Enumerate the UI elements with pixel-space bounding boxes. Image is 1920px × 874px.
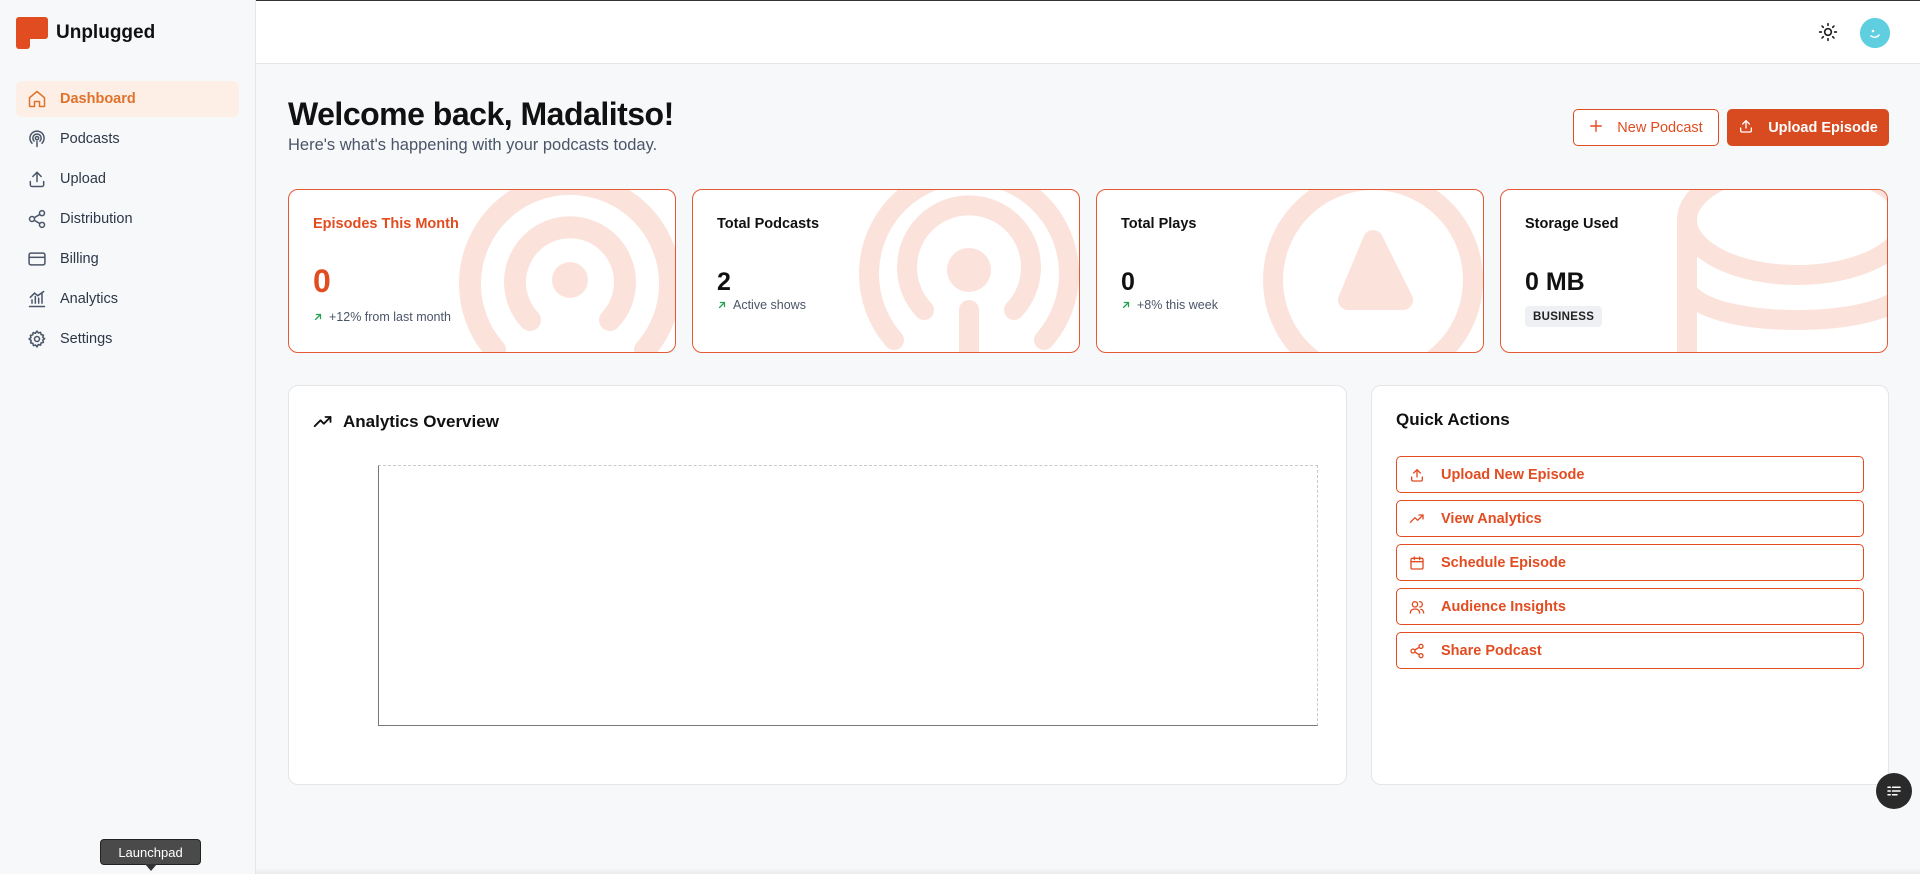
plan-badge: BUSINESS	[1525, 306, 1603, 327]
sidebar-item-dashboard[interactable]: Dashboard	[16, 81, 239, 117]
unplugged-logo	[16, 17, 48, 49]
upload-new-episode-button[interactable]: Upload New Episode	[1396, 456, 1864, 493]
page-title: Welcome back, Madalitso!	[288, 96, 674, 132]
upload-episode-button[interactable]: Upload Episode	[1727, 109, 1889, 146]
stat-sub-text: +12% from last month	[329, 310, 451, 324]
launchpad-tooltip[interactable]: Launchpad	[100, 839, 201, 871]
quick-action-label: View Analytics	[1441, 510, 1542, 527]
quick-action-label: Share Podcast	[1441, 642, 1542, 659]
panel-title: Analytics Overview	[313, 412, 499, 432]
schedule-episode-button[interactable]: Schedule Episode	[1396, 544, 1864, 581]
checklist-fab-button[interactable]	[1876, 773, 1912, 809]
upload-icon	[1409, 467, 1425, 483]
stat-label: Total Plays	[1121, 216, 1197, 232]
sidebar-item-settings[interactable]: Settings	[16, 321, 239, 357]
trending-up-icon	[313, 416, 332, 428]
quick-actions-list: Upload New Episode View Analytics Schedu…	[1396, 456, 1864, 676]
bar-chart-icon	[27, 289, 47, 309]
podcast-watermark-icon	[459, 190, 675, 352]
sidebar-item-label: Billing	[60, 251, 99, 267]
sidebar-item-billing[interactable]: Billing	[16, 241, 239, 277]
stat-label: Storage Used	[1525, 216, 1619, 232]
new-podcast-label: New Podcast	[1617, 119, 1703, 136]
stat-card-episodes: Episodes This Month 0 +12% from last mon…	[288, 189, 676, 353]
sidebar-item-podcasts[interactable]: Podcasts	[16, 121, 239, 157]
home-icon	[27, 89, 47, 109]
page-subtitle: Here's what's happening with your podcas…	[288, 136, 658, 154]
arrow-up-right-icon	[314, 313, 322, 321]
sidebar: Unplugged Dashboard Podcasts Upload Dist…	[0, 0, 256, 874]
stat-value: 0 MB	[1525, 268, 1585, 296]
quick-actions-title: Quick Actions	[1396, 410, 1510, 429]
users-icon	[1409, 599, 1425, 615]
app-name: Unplugged	[56, 22, 156, 43]
stat-card-podcasts: Total Podcasts 2 Active shows	[692, 189, 1080, 353]
avatar[interactable]	[1860, 18, 1890, 48]
stat-trend: +12% from last month	[313, 310, 451, 324]
gear-icon	[27, 329, 47, 349]
play-watermark-icon	[1263, 190, 1483, 352]
stat-trend: +8% this week	[1121, 298, 1218, 312]
bottom-edge	[256, 868, 1920, 874]
stat-label: Episodes This Month	[313, 216, 459, 232]
share-icon	[1409, 643, 1425, 659]
sun-icon[interactable]	[1818, 22, 1838, 42]
stat-value: 0	[1121, 268, 1135, 296]
stat-card-plays: Total Plays 0 +8% this week	[1096, 189, 1484, 353]
analytics-overview-panel: Analytics Overview	[288, 385, 1347, 785]
sidebar-item-upload[interactable]: Upload	[16, 161, 239, 197]
quick-action-label: Schedule Episode	[1441, 554, 1566, 571]
database-watermark-icon	[1677, 190, 1887, 352]
sidebar-item-label: Dashboard	[60, 91, 136, 107]
arrow-up-right-icon	[1122, 301, 1130, 309]
share-podcast-button[interactable]: Share Podcast	[1396, 632, 1864, 669]
stat-sub-text: Active shows	[733, 298, 806, 312]
stat-value: 0	[313, 263, 331, 299]
sidebar-item-label: Distribution	[60, 211, 133, 227]
podcast-icon	[27, 129, 47, 149]
sidebar-item-distribution[interactable]: Distribution	[16, 201, 239, 237]
stat-value: 2	[717, 268, 731, 296]
brand[interactable]: Unplugged	[16, 16, 155, 50]
credit-card-icon	[27, 249, 47, 269]
calendar-icon	[1409, 555, 1425, 571]
checklist-icon	[1887, 786, 1901, 796]
quick-action-label: Upload New Episode	[1441, 466, 1585, 483]
stat-sub-text: +8% this week	[1137, 298, 1218, 312]
analytics-title: Analytics Overview	[343, 412, 499, 431]
plus-icon	[1589, 119, 1603, 137]
upload-episode-label: Upload Episode	[1768, 119, 1878, 136]
analytics-chart-area	[378, 465, 1318, 726]
audience-insights-button[interactable]: Audience Insights	[1396, 588, 1864, 625]
stat-trend: Active shows	[717, 298, 806, 312]
stat-card-storage: Storage Used 0 MB BUSINESS	[1500, 189, 1888, 353]
top-header	[256, 1, 1920, 64]
sidebar-item-label: Upload	[60, 171, 106, 187]
quick-action-label: Audience Insights	[1441, 598, 1566, 615]
sidebar-item-label: Analytics	[60, 291, 119, 307]
arrow-up-right-icon	[718, 301, 726, 309]
new-podcast-button[interactable]: New Podcast	[1573, 109, 1719, 146]
trending-up-icon	[1409, 511, 1425, 527]
quick-actions-panel: Quick Actions Upload New Episode View An…	[1371, 385, 1889, 785]
sidebar-item-label: Settings	[60, 331, 113, 347]
view-analytics-button[interactable]: View Analytics	[1396, 500, 1864, 537]
stat-label: Total Podcasts	[717, 216, 820, 232]
sidebar-item-label: Podcasts	[60, 131, 120, 147]
share-icon	[27, 209, 47, 229]
podcast-watermark-icon	[859, 190, 1079, 352]
sidebar-nav: Dashboard Podcasts Upload Distribution B…	[16, 81, 239, 361]
sidebar-item-analytics[interactable]: Analytics	[16, 281, 239, 317]
upload-icon	[1738, 118, 1754, 138]
upload-icon	[27, 169, 47, 189]
